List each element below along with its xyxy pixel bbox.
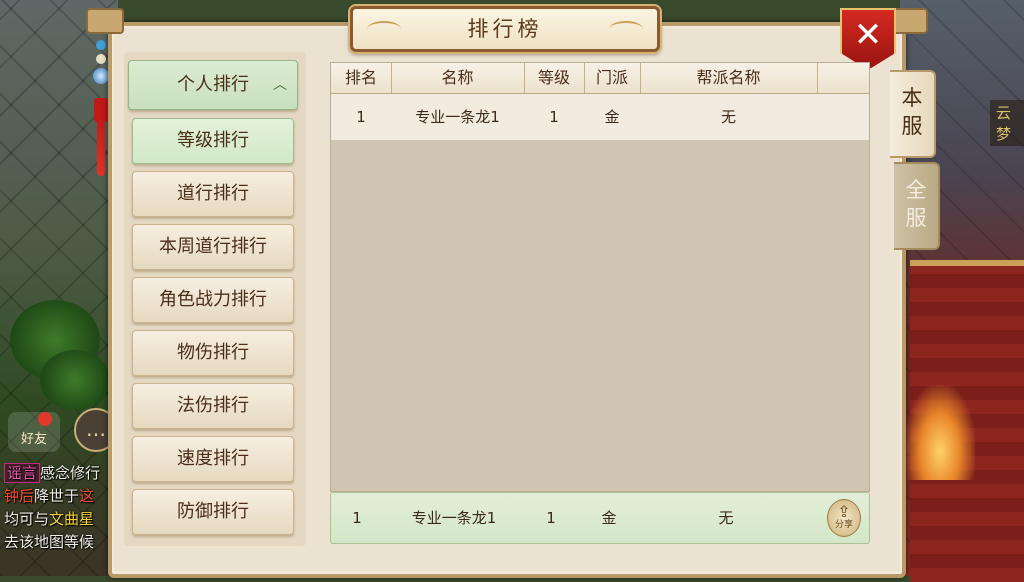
my-school: 金 [601, 509, 617, 527]
category-speed-ranking[interactable]: 速度排行 [132, 436, 294, 482]
friend-button[interactable]: 好友 [8, 412, 60, 452]
chat-line: 均可与文曲星 [4, 510, 95, 528]
cell-level: 1 [549, 108, 559, 126]
fire-effect [905, 385, 975, 480]
category-physical-damage-ranking[interactable]: 物伤排行 [132, 330, 294, 376]
my-name: 专业一条龙1 [411, 509, 497, 527]
cell-name: 专业一条龙1 [415, 108, 500, 126]
column-header-level: 等级 [524, 63, 585, 93]
column-header-name: 名称 [391, 63, 525, 93]
title-plate: 排行榜 [350, 6, 660, 52]
my-level: 1 [546, 509, 556, 527]
notification-dot [38, 412, 52, 426]
category-header-personal[interactable]: 个人排行 ︿ [128, 60, 298, 110]
category-weekly-daoxing-ranking[interactable]: 本周道行排行 [132, 224, 294, 270]
chat-log[interactable]: 谣言 感念修行 钟后降世于这 均可与文曲星 去该地图等候 [4, 462, 116, 554]
share-button[interactable]: ⇪ 分享 [827, 499, 861, 537]
ranking-table[interactable]: 排名 名称 等级 门派 帮派名称 1 专业一条龙1 1 金 无 [330, 62, 870, 492]
chat-icons: 好友 … [8, 408, 118, 458]
cell-rank: 1 [356, 108, 366, 126]
column-header-school: 门派 [584, 63, 641, 93]
cell-school: 金 [604, 108, 620, 126]
chat-line: 去该地图等候 [4, 533, 95, 551]
table-row[interactable]: 1 专业一条龙1 1 金 无 [331, 94, 869, 140]
column-header-guild: 帮派名称 [640, 63, 818, 93]
column-header-rank: 排名 [331, 63, 392, 93]
category-level-ranking[interactable]: 等级排行 [132, 118, 294, 164]
category-magic-damage-ranking[interactable]: 法伤排行 [132, 383, 294, 429]
category-list: 个人排行 ︿ 等级排行 道行排行 本周道行排行 角色战力排行 物伤排行 法伤排行… [124, 52, 306, 546]
page-title: 排行榜 [467, 17, 543, 41]
category-combat-power-ranking[interactable]: 角色战力排行 [132, 277, 294, 323]
tab-local-server[interactable]: 本 服 [890, 70, 936, 158]
my-guild: 无 [718, 509, 734, 527]
tree-bush [40, 350, 110, 410]
channel-tag: 谣言 [4, 463, 41, 483]
chat-line: 钟后降世于这 [4, 487, 95, 505]
chat-line: 谣言 感念修行 [4, 462, 116, 485]
panel-corner-ornament [86, 8, 124, 34]
my-rank-row: 1 专业一条龙1 1 金 无 ⇪ 分享 [330, 492, 870, 544]
share-icon: ⇪ [837, 502, 851, 521]
my-rank: 1 [352, 509, 362, 527]
close-icon: ✕ [853, 15, 883, 55]
category-daoxing-ranking[interactable]: 道行排行 [132, 171, 294, 217]
cell-guild: 无 [720, 108, 736, 126]
table-header: 排名 名称 等级 门派 帮派名称 [331, 63, 869, 94]
chevron-up-icon: ︿ [273, 77, 287, 93]
tab-all-servers[interactable]: 全 服 [894, 162, 940, 250]
map-label: 云梦 [990, 100, 1024, 146]
category-defense-ranking[interactable]: 防御排行 [132, 489, 294, 535]
